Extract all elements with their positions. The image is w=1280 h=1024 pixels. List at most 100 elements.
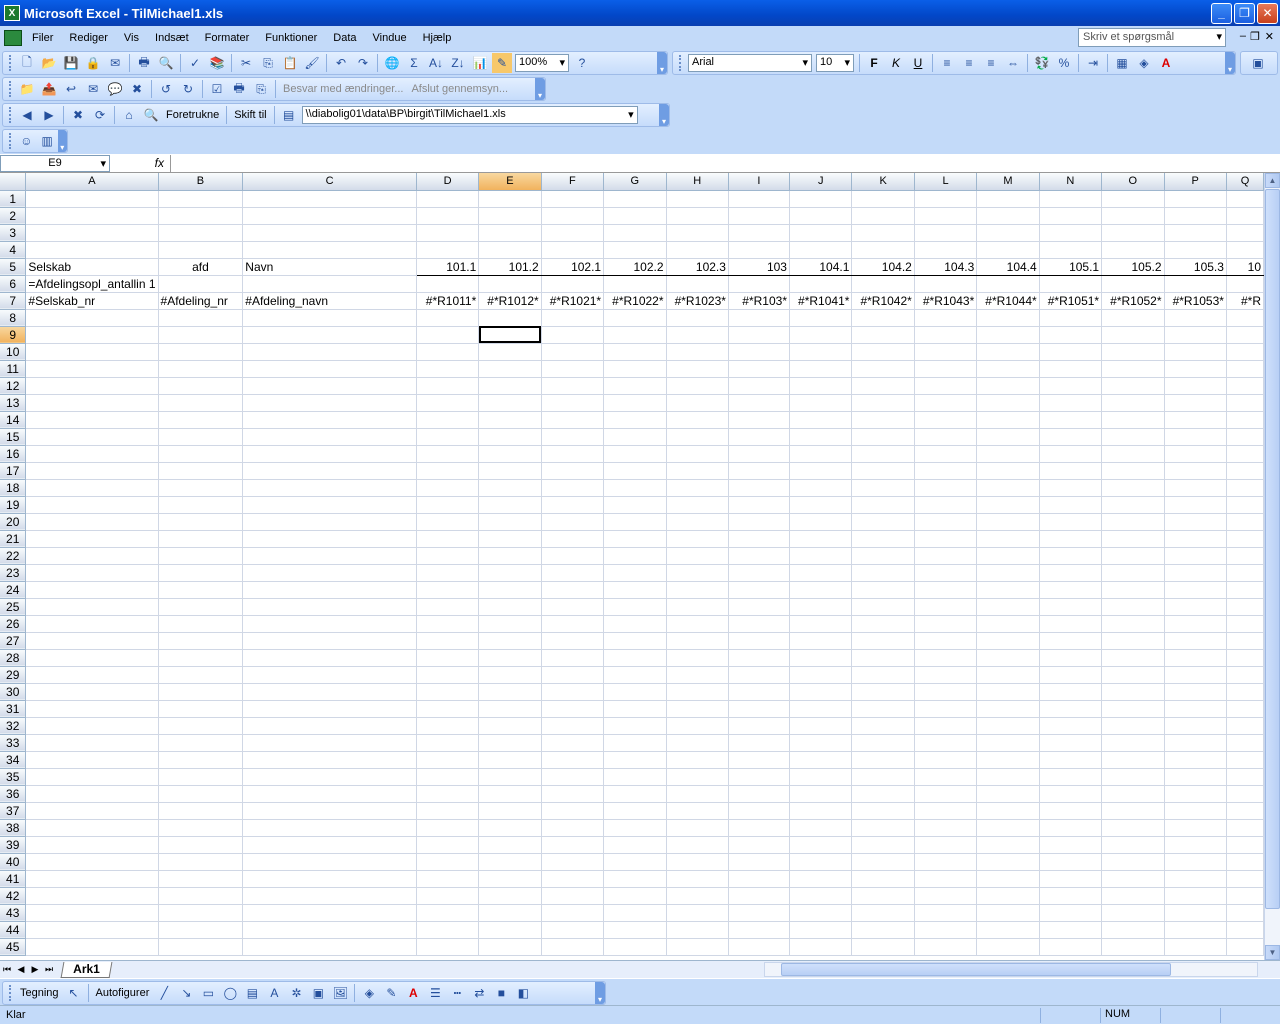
cell-q3[interactable]	[1226, 224, 1264, 242]
cell-p9[interactable]	[1164, 326, 1227, 344]
cell-i33[interactable]	[728, 734, 790, 752]
row-header-13[interactable]: 13	[0, 394, 27, 412]
font-color-draw-icon[interactable]: A	[403, 983, 423, 1003]
favorites-menu[interactable]: Foretrukne	[162, 109, 223, 121]
column-header-l[interactable]: L	[914, 173, 978, 191]
cell-o4[interactable]	[1101, 241, 1165, 259]
cell-k37[interactable]	[851, 802, 915, 820]
cell-l39[interactable]	[914, 836, 978, 854]
autoshapes-menu[interactable]: Autofigurer	[92, 987, 154, 999]
cell-d2[interactable]	[416, 207, 480, 225]
cell-k11[interactable]	[851, 360, 915, 378]
cell-e24[interactable]	[478, 581, 542, 599]
clipart-icon[interactable]: ▣	[308, 983, 328, 1003]
cell-k4[interactable]	[851, 241, 915, 259]
cell-j24[interactable]	[789, 581, 853, 599]
cell-h42[interactable]	[666, 887, 729, 905]
cell-g23[interactable]	[603, 564, 667, 582]
cell-p26[interactable]	[1164, 615, 1227, 633]
cell-l27[interactable]	[914, 632, 978, 650]
cell-b25[interactable]	[158, 598, 244, 616]
cell-a40[interactable]	[25, 853, 159, 871]
cell-q25[interactable]	[1226, 598, 1264, 616]
cell-k18[interactable]	[851, 479, 915, 497]
cell-k45[interactable]	[851, 938, 915, 956]
cell-o38[interactable]	[1101, 819, 1165, 837]
cell-j30[interactable]	[789, 683, 853, 701]
cell-b37[interactable]	[158, 802, 244, 820]
autosum-icon[interactable]: Σ	[404, 53, 424, 73]
cell-i32[interactable]	[728, 717, 790, 735]
cell-j13[interactable]	[789, 394, 853, 412]
cell-l24[interactable]	[914, 581, 978, 599]
cell-m26[interactable]	[976, 615, 1040, 633]
cell-c21[interactable]	[242, 530, 418, 548]
cell-p34[interactable]	[1164, 751, 1227, 769]
cell-p23[interactable]	[1164, 564, 1227, 582]
cell-l5[interactable]: 104.3	[914, 258, 978, 276]
cell-c38[interactable]	[242, 819, 418, 837]
row-header-45[interactable]: 45	[0, 938, 27, 956]
goto-menu[interactable]: Skift til	[230, 109, 270, 121]
cell-l21[interactable]	[914, 530, 978, 548]
cell-d4[interactable]	[416, 241, 480, 259]
cell-i14[interactable]	[728, 411, 790, 429]
cell-p24[interactable]	[1164, 581, 1227, 599]
cell-i6[interactable]	[728, 275, 790, 293]
cell-c26[interactable]	[242, 615, 418, 633]
borders-icon[interactable]: ▦	[1112, 53, 1132, 73]
cell-b14[interactable]	[158, 411, 244, 429]
cell-k6[interactable]	[851, 275, 915, 293]
cell-k29[interactable]	[851, 666, 915, 684]
cell-n11[interactable]	[1039, 360, 1103, 378]
cell-j16[interactable]	[789, 445, 853, 463]
cell-e14[interactable]	[478, 411, 542, 429]
undo-icon[interactable]: ↶	[331, 53, 351, 73]
cell-e28[interactable]	[478, 649, 542, 667]
cell-i42[interactable]	[728, 887, 790, 905]
cell-n15[interactable]	[1039, 428, 1103, 446]
cell-c39[interactable]	[242, 836, 418, 854]
cell-c4[interactable]	[242, 241, 418, 259]
cell-l1[interactable]	[914, 190, 978, 208]
copy-icon[interactable]: ⎘	[258, 53, 278, 73]
cell-f7[interactable]: #*R1021*	[541, 292, 605, 310]
cell-h8[interactable]	[666, 309, 729, 327]
research-icon[interactable]: 📚	[207, 53, 227, 73]
cell-n28[interactable]	[1039, 649, 1103, 667]
cell-n38[interactable]	[1039, 819, 1103, 837]
cell-m5[interactable]: 104.4	[976, 258, 1040, 276]
cell-i28[interactable]	[728, 649, 790, 667]
cell-j11[interactable]	[789, 360, 853, 378]
menu-rediger[interactable]: Rediger	[61, 32, 116, 44]
cell-d1[interactable]	[416, 190, 480, 208]
row-header-35[interactable]: 35	[0, 768, 27, 786]
cell-c11[interactable]	[242, 360, 418, 378]
cell-o22[interactable]	[1101, 547, 1165, 565]
cell-b27[interactable]	[158, 632, 244, 650]
cell-e6[interactable]	[478, 275, 542, 293]
cell-g15[interactable]	[603, 428, 667, 446]
ask-question-box[interactable]: Skriv et spørgsmål	[1078, 28, 1226, 47]
cell-h2[interactable]	[666, 207, 729, 225]
toolbar-options-icon[interactable]: ▾	[1225, 52, 1235, 74]
cell-d39[interactable]	[416, 836, 480, 854]
cell-j23[interactable]	[789, 564, 853, 582]
cell-q26[interactable]	[1226, 615, 1264, 633]
cell-m43[interactable]	[976, 904, 1040, 922]
cell-f44[interactable]	[541, 921, 605, 939]
cell-o23[interactable]	[1101, 564, 1165, 582]
row-header-11[interactable]: 11	[0, 360, 27, 378]
cell-m42[interactable]	[976, 887, 1040, 905]
forward-icon[interactable]: ▶	[39, 105, 59, 125]
cell-l23[interactable]	[914, 564, 978, 582]
cut-icon[interactable]: ✂	[236, 53, 256, 73]
cell-f16[interactable]	[541, 445, 605, 463]
cell-l43[interactable]	[914, 904, 978, 922]
cell-a22[interactable]	[25, 547, 159, 565]
cell-o15[interactable]	[1101, 428, 1165, 446]
cell-g22[interactable]	[603, 547, 667, 565]
cell-q8[interactable]	[1226, 309, 1264, 327]
cell-h27[interactable]	[666, 632, 729, 650]
cell-b34[interactable]	[158, 751, 244, 769]
